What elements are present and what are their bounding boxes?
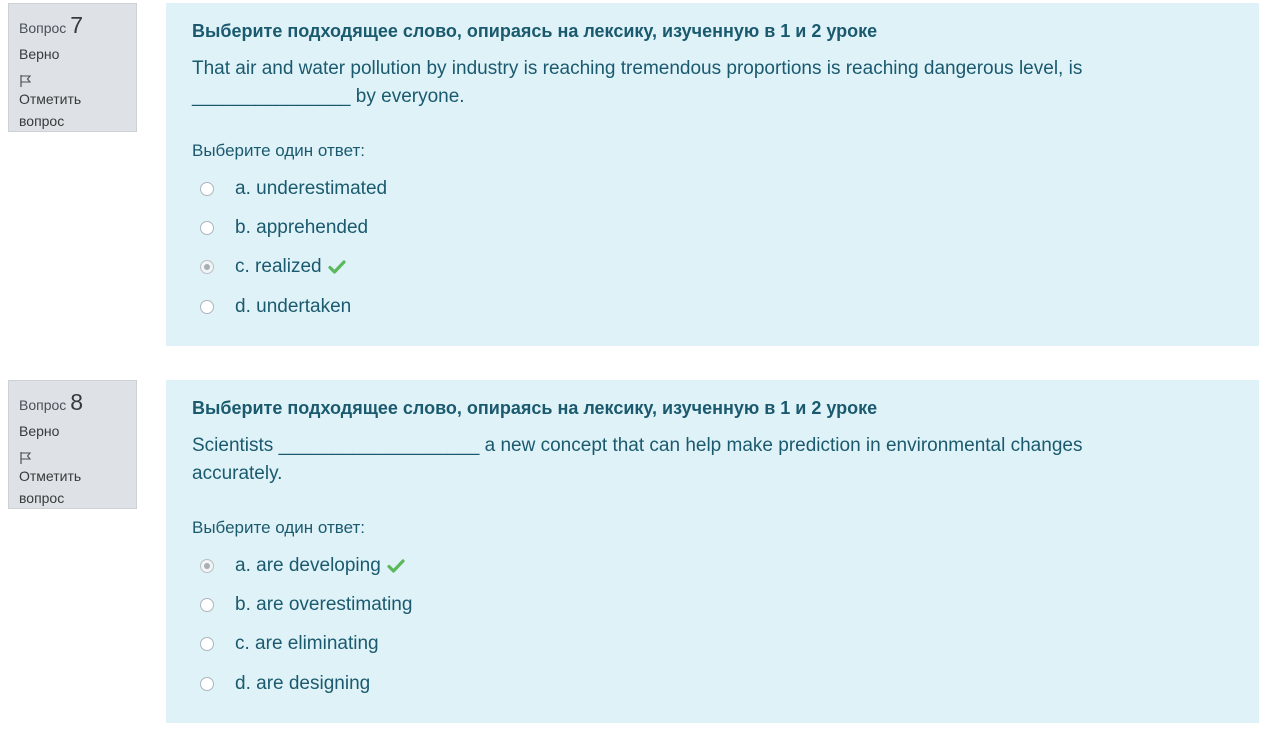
answer-radio[interactable] xyxy=(200,676,214,691)
question-state: Верно xyxy=(19,46,60,62)
answer-list: a. underestimated b. apprehended c. real… xyxy=(192,169,1233,326)
flag-icon xyxy=(20,452,32,464)
question-text-line: accurately. xyxy=(192,463,283,484)
answer-prompt: Выберите один ответ: xyxy=(192,141,365,160)
answer-label: a. underestimated xyxy=(235,177,388,199)
question-title: Выберите подходящее слово, опираясь на л… xyxy=(192,21,878,41)
question-label: Вопрос xyxy=(19,397,67,413)
answer-radio[interactable] xyxy=(200,181,214,196)
answer-option[interactable]: d. undertaken xyxy=(192,287,1233,326)
question-text-line: That air and water pollution by industry… xyxy=(192,58,1083,79)
question-label: Вопрос xyxy=(19,20,67,36)
answer-option[interactable]: d. are designing xyxy=(192,664,1233,703)
answer-label: c. are eliminating xyxy=(235,633,379,655)
answer-prompt: Выберите один ответ: xyxy=(192,518,365,537)
answer-radio-selected[interactable] xyxy=(200,260,214,275)
correct-check-icon xyxy=(328,260,346,274)
answer-label: b. are overestimating xyxy=(235,593,413,615)
flag-question-label: Отметить вопрос xyxy=(19,468,82,506)
answer-radio[interactable] xyxy=(200,220,214,235)
answer-option[interactable]: c. are eliminating xyxy=(192,625,1233,664)
question-info: Вопрос 8 Верно Отметить вопрос xyxy=(8,380,137,509)
answer-radio-selected[interactable] xyxy=(200,558,214,573)
answer-option[interactable]: b. are overestimating xyxy=(192,585,1233,624)
answer-list: a. are developing b. are overestimating … xyxy=(192,546,1233,703)
question-info: Вопрос 7 Верно Отметить вопрос xyxy=(8,3,137,132)
question-title: Выберите подходящее слово, опираясь на л… xyxy=(192,398,878,418)
question-text: Scientists ___________________ a new con… xyxy=(192,432,1233,488)
question-content: Выберите подходящее слово, опираясь на л… xyxy=(166,3,1259,346)
answer-label: d. undertaken xyxy=(235,295,352,317)
answer-label: d. are designing xyxy=(235,672,371,694)
answer-label: c. realized xyxy=(235,256,322,278)
answer-option[interactable]: b. apprehended xyxy=(192,208,1233,247)
flag-question-button[interactable]: Отметить вопрос xyxy=(19,447,126,509)
question-text-line: Scientists ___________________ a new con… xyxy=(192,435,1083,456)
answer-option[interactable]: c. realized xyxy=(192,248,1233,287)
answer-label: a. are developing xyxy=(235,554,381,576)
correct-check-icon xyxy=(387,559,405,573)
answer-option[interactable]: a. are developing xyxy=(192,546,1233,585)
question-number: Вопрос 8 xyxy=(19,389,126,419)
question-content: Выберите подходящее слово, опираясь на л… xyxy=(166,380,1259,723)
question-number: Вопрос 7 xyxy=(19,12,126,42)
answer-radio[interactable] xyxy=(200,637,214,652)
question-text-line: _______________ by everyone. xyxy=(192,86,465,107)
question-number-value: 7 xyxy=(70,12,84,38)
answer-option[interactable]: a. underestimated xyxy=(192,169,1233,208)
answer-label: b. apprehended xyxy=(235,216,369,238)
flag-question-button[interactable]: Отметить вопрос xyxy=(19,70,126,132)
flag-question-label: Отметить вопрос xyxy=(19,91,82,129)
flag-icon xyxy=(20,75,32,87)
question-number-value: 8 xyxy=(70,389,84,415)
question-state: Верно xyxy=(19,423,60,439)
answer-radio[interactable] xyxy=(200,597,214,612)
answer-radio[interactable] xyxy=(200,299,214,314)
question-text: That air and water pollution by industry… xyxy=(192,55,1233,111)
